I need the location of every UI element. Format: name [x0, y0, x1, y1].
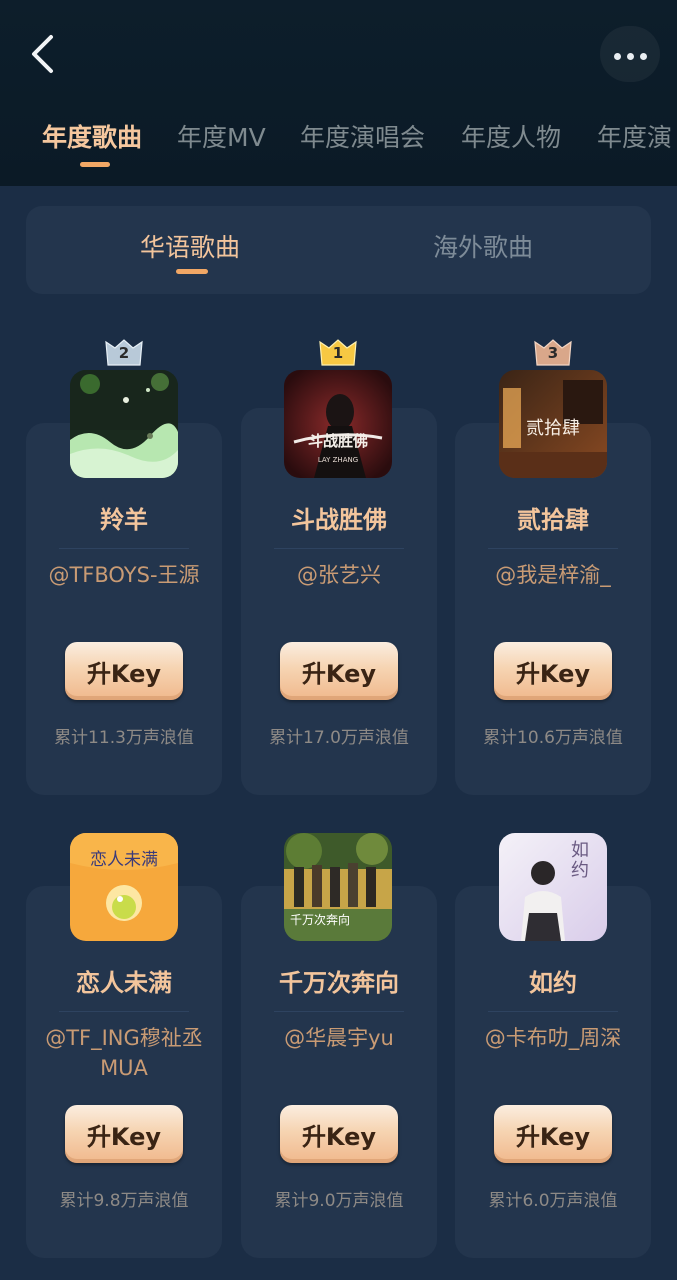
divider	[274, 1011, 404, 1012]
score-text: 累计9.8万声浪值	[59, 1191, 189, 1211]
album-cover[interactable]: 恋人未满	[70, 833, 178, 941]
upgrade-key-button[interactable]: 升Key	[280, 642, 398, 700]
back-arrow-icon	[32, 35, 53, 73]
upgrade-key-button[interactable]: 升Key	[65, 1105, 183, 1163]
album-cover-title: 恋人未满	[90, 850, 158, 870]
score-text: 累计11.3万声浪值	[54, 728, 194, 748]
song-card[interactable]: 羚羊 @TFBOYS-王源 升Key 累计11.3万声浪值	[26, 423, 222, 795]
artist-name[interactable]: @我是梓渝_	[473, 560, 633, 590]
more-icon	[611, 45, 650, 64]
top-header: 年度歌曲 年度MV 年度演唱会 年度人物 年度演	[0, 0, 677, 186]
rank-number: 1	[332, 344, 344, 362]
tab-annual-mv[interactable]: 年度MV	[177, 118, 266, 154]
score-text: 累计17.0万声浪值	[269, 728, 409, 748]
tab-annual-songs[interactable]: 年度歌曲	[42, 118, 142, 154]
album-cover-title: 斗战胜佛	[307, 432, 368, 450]
album-cover[interactable]: 如约	[499, 833, 607, 941]
tab-chinese-songs[interactable]: 华语歌曲	[140, 228, 240, 264]
upgrade-key-button[interactable]: 升Key	[65, 642, 183, 700]
tab-annual-more[interactable]: 年度演	[597, 118, 672, 154]
active-tab-indicator	[80, 162, 110, 167]
song-title: 恋人未满	[76, 969, 172, 997]
artist-name[interactable]: @卡布叻_周深	[473, 1023, 633, 1053]
rank-number: 3	[547, 344, 559, 362]
tab-overseas-songs[interactable]: 海外歌曲	[433, 228, 533, 264]
artist-name[interactable]: @华晨宇yu	[259, 1023, 419, 1053]
artist-name[interactable]: @张艺兴	[259, 560, 419, 590]
album-cover[interactable]: 千万次奔向	[284, 833, 392, 941]
upgrade-key-button[interactable]: 升Key	[280, 1105, 398, 1163]
artist-name[interactable]: @TF_ING穆祉丞MUA	[44, 1023, 204, 1083]
artist-name[interactable]: @TFBOYS-王源	[44, 560, 204, 590]
back-button[interactable]	[22, 32, 62, 76]
divider	[59, 548, 189, 549]
song-card[interactable]: 恋人未满 @TF_ING穆祉丞MUA 升Key 累计9.8万声浪值	[26, 886, 222, 1258]
divider	[488, 548, 618, 549]
song-card[interactable]: 贰拾肆 @我是梓渝_ 升Key 累计10.6万声浪值	[455, 423, 651, 795]
album-cover[interactable]	[70, 370, 178, 478]
song-title: 千万次奔向	[279, 969, 399, 997]
album-cover-title: 千万次奔向	[290, 913, 351, 927]
album-cover-title: 如约	[571, 840, 589, 881]
active-subtab-indicator	[176, 269, 208, 274]
score-text: 累计10.6万声浪值	[483, 728, 623, 748]
region-tabs: 华语歌曲 海外歌曲	[26, 206, 651, 294]
score-text: 累计6.0万声浪值	[488, 1191, 618, 1211]
divider	[488, 1011, 618, 1012]
song-title: 斗战胜佛	[291, 506, 387, 534]
album-cover-title: 贰拾肆	[526, 418, 580, 439]
album-cover-subtitle: LAY ZHANG	[317, 456, 359, 464]
rank-number: 2	[118, 344, 130, 362]
song-title: 如约	[529, 969, 577, 997]
upgrade-key-button[interactable]: 升Key	[494, 1105, 612, 1163]
rank-crown-icon: 3	[534, 338, 572, 366]
more-options-button[interactable]	[600, 26, 660, 82]
song-card[interactable]: 千万次奔向 @华晨宇yu 升Key 累计9.0万声浪值	[241, 886, 437, 1258]
tab-annual-concerts[interactable]: 年度演唱会	[300, 118, 425, 154]
divider	[59, 1011, 189, 1012]
category-tabs: 年度歌曲 年度MV 年度演唱会 年度人物 年度演	[0, 110, 677, 170]
upgrade-key-button[interactable]: 升Key	[494, 642, 612, 700]
song-title: 羚羊	[100, 506, 148, 534]
song-title: 贰拾肆	[517, 506, 589, 534]
album-cover[interactable]: 贰拾肆	[499, 370, 607, 478]
rank-crown-icon: 2	[105, 338, 143, 366]
tab-annual-people[interactable]: 年度人物	[461, 118, 561, 154]
song-card[interactable]: 如约 @卡布叻_周深 升Key 累计6.0万声浪值	[455, 886, 651, 1258]
score-text: 累计9.0万声浪值	[274, 1191, 404, 1211]
album-cover[interactable]: 斗战胜佛 LAY ZHANG	[284, 370, 392, 478]
divider	[274, 548, 404, 549]
rank-crown-icon: 1	[319, 338, 357, 366]
